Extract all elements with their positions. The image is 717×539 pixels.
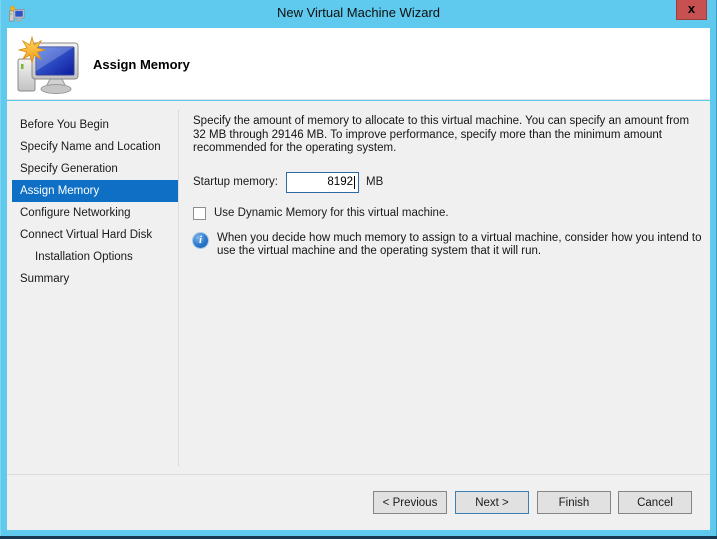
step-description: Specify the amount of memory to allocate…: [193, 115, 703, 156]
dynamic-memory-row: Use Dynamic Memory for this virtual mach…: [193, 207, 702, 220]
next-button[interactable]: Next >: [455, 491, 529, 514]
info-note-text: When you decide how much memory to assig…: [217, 232, 702, 259]
wizard-body: Before You Begin Specify Name and Locati…: [7, 101, 710, 474]
startup-memory-label: Startup memory:: [193, 176, 278, 188]
startup-memory-unit: MB: [366, 176, 383, 188]
sidebar-item-connect-virtual-hard-disk[interactable]: Connect Virtual Hard Disk: [7, 224, 178, 246]
dynamic-memory-label: Use Dynamic Memory for this virtual mach…: [214, 207, 449, 219]
sidebar-item-specify-name-and-location[interactable]: Specify Name and Location: [7, 136, 178, 158]
startup-memory-input[interactable]: [286, 172, 359, 193]
titlebar: New Virtual Machine Wizard x: [0, 0, 717, 28]
dynamic-memory-checkbox[interactable]: [193, 207, 206, 220]
step-content: Specify the amount of memory to allocate…: [179, 101, 710, 474]
startup-memory-row: Startup memory: MB: [193, 172, 702, 193]
sidebar-item-assign-memory[interactable]: Assign Memory: [12, 180, 178, 202]
wizard-steps-sidebar: Before You Begin Specify Name and Locati…: [7, 114, 178, 290]
info-note: i When you decide how much memory to ass…: [193, 232, 702, 259]
sidebar-item-configure-networking[interactable]: Configure Networking: [7, 202, 178, 224]
new-vm-computer-starburst-icon: [15, 35, 81, 95]
text-caret: [354, 176, 355, 189]
window-title: New Virtual Machine Wizard: [0, 5, 717, 20]
previous-button[interactable]: < Previous: [373, 491, 447, 514]
wizard-header: Assign Memory: [7, 28, 710, 100]
startup-memory-input-wrap: [286, 172, 359, 193]
window-left-edge: [0, 0, 1, 539]
sidebar-item-specify-generation[interactable]: Specify Generation: [7, 158, 178, 180]
sidebar-item-installation-options[interactable]: Installation Options: [7, 246, 178, 268]
sidebar-item-before-you-begin[interactable]: Before You Begin: [7, 114, 178, 136]
cancel-button[interactable]: Cancel: [618, 491, 692, 514]
finish-button[interactable]: Finish: [537, 491, 611, 514]
footer: < Previous Next > Finish Cancel: [7, 475, 710, 530]
close-button[interactable]: x: [676, 0, 707, 20]
info-icon: i: [193, 233, 208, 248]
page-title: Assign Memory: [93, 57, 190, 72]
sidebar-item-summary[interactable]: Summary: [7, 268, 178, 290]
